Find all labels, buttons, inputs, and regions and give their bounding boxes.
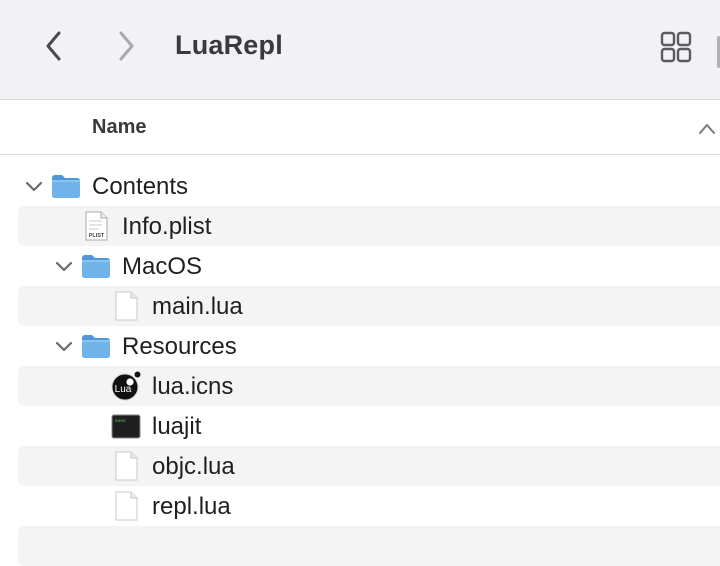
file-name-label: MacOS <box>122 253 203 280</box>
file-name-label: main.lua <box>152 293 243 320</box>
svg-text:Lua: Lua <box>115 384 132 395</box>
disclosure-chevron-down-icon[interactable] <box>54 336 74 356</box>
file-name-label: Resources <box>122 333 237 360</box>
list-item[interactable]: Resources <box>18 326 720 366</box>
terminal-executable-icon: exec <box>110 410 142 442</box>
file-name-label: repl.lua <box>152 493 231 520</box>
file-name-label: Contents <box>92 173 189 200</box>
folder-icon <box>80 250 112 282</box>
list-item[interactable]: objc.lua <box>18 446 720 486</box>
list-item[interactable]: Contents <box>18 166 720 206</box>
file-name-label: lua.icns <box>152 373 234 400</box>
disclosure-chevron-down-icon[interactable] <box>24 176 44 196</box>
list-item[interactable]: exec luajit <box>18 406 720 446</box>
document-icon <box>110 450 142 482</box>
view-mode-button[interactable] <box>657 29 695 65</box>
svg-text:exec: exec <box>115 419 126 424</box>
file-name-label: objc.lua <box>152 453 235 480</box>
toolbar: LuaRepl <box>0 0 720 100</box>
folder-icon <box>80 330 112 362</box>
disclosure-chevron-down-icon[interactable] <box>54 256 74 276</box>
file-name-label: luajit <box>152 413 202 440</box>
list-item[interactable]: Lua lua.icns <box>18 366 720 406</box>
list-item[interactable]: main.lua <box>18 286 720 326</box>
document-icon <box>110 490 142 522</box>
document-icon <box>110 290 142 322</box>
column-name-header[interactable]: Name <box>92 116 146 139</box>
empty-row <box>18 526 720 566</box>
back-button[interactable] <box>36 28 72 64</box>
svg-text:PLIST: PLIST <box>89 233 105 239</box>
plist-file-icon: PLIST <box>80 210 112 242</box>
sort-ascending-icon[interactable] <box>697 119 717 139</box>
list-item[interactable]: repl.lua <box>18 486 720 526</box>
chevron-right-icon <box>119 31 134 61</box>
list-item[interactable]: PLIST Info.plist <box>18 206 720 246</box>
forward-button[interactable] <box>108 28 144 64</box>
file-name-label: Info.plist <box>122 213 212 240</box>
grid-view-icon <box>660 31 692 63</box>
list-item[interactable]: MacOS <box>18 246 720 286</box>
window-title: LuaRepl <box>175 30 283 60</box>
lua-icns-icon: Lua <box>110 370 142 402</box>
folder-icon <box>50 170 82 202</box>
column-header[interactable]: Name <box>0 101 720 155</box>
chevron-left-icon <box>46 31 61 61</box>
